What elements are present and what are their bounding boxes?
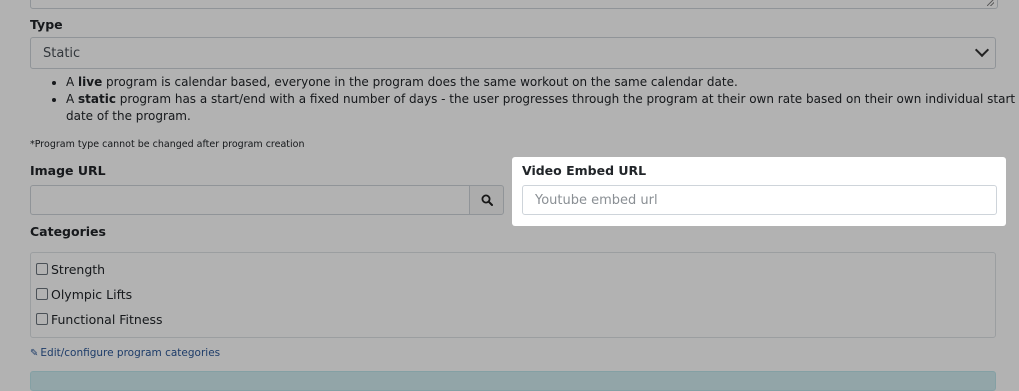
edit-categories-link[interactable]: ✎ Edit/configure program categories — [30, 347, 220, 359]
program-form: Type Static A live program is calendar b… — [0, 0, 1019, 391]
image-url-input[interactable] — [30, 185, 470, 215]
image-url-label: Image URL — [30, 163, 106, 178]
edit-icon: ✎ — [30, 348, 39, 359]
type-help-list: A live program is calendar based, everyo… — [48, 74, 1016, 125]
video-embed-placeholder: Youtube embed url — [535, 193, 658, 208]
image-search-button[interactable] — [469, 185, 504, 215]
categories-label: Categories — [30, 224, 106, 239]
info-alert — [30, 371, 996, 391]
video-embed-input[interactable]: Youtube embed url — [522, 185, 997, 215]
chevron-down-icon — [974, 42, 990, 58]
category-strength[interactable]: Strength — [36, 262, 105, 277]
live-help-item: A live program is calendar based, everyo… — [66, 74, 1016, 91]
video-embed-label: Video Embed URL — [522, 163, 647, 178]
type-select[interactable]: Static — [30, 37, 996, 69]
categories-list: Strength Olympic Lifts Functional Fitnes… — [30, 252, 996, 338]
type-select-value: Static — [43, 46, 81, 61]
resize-grip-icon[interactable] — [987, 0, 994, 6]
search-icon — [481, 194, 493, 206]
checkbox[interactable] — [36, 263, 48, 275]
static-help-item: A static program has a start/end with a … — [66, 91, 1016, 125]
category-functional-fitness[interactable]: Functional Fitness — [36, 312, 163, 327]
checkbox[interactable] — [36, 288, 48, 300]
type-note: *Program type cannot be changed after pr… — [30, 139, 305, 150]
category-olympic-lifts[interactable]: Olympic Lifts — [36, 287, 132, 302]
type-label: Type — [30, 17, 63, 32]
description-textarea[interactable] — [30, 0, 998, 9]
checkbox[interactable] — [36, 313, 48, 325]
